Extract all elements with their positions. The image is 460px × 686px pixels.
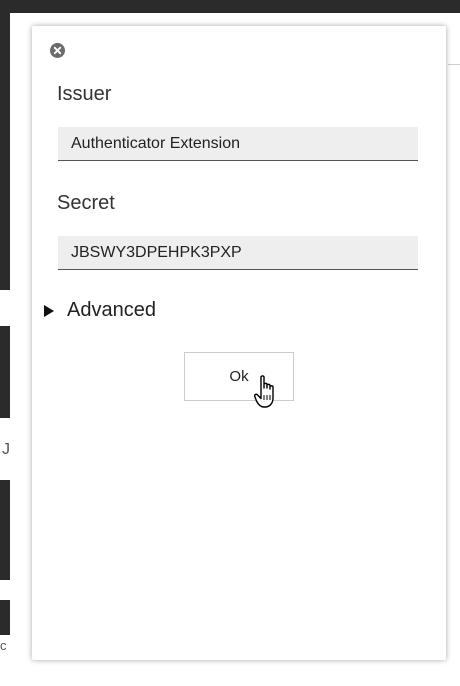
- background-footer: [0, 663, 460, 686]
- background-divider: [448, 64, 460, 65]
- background-panel: [0, 600, 10, 635]
- issuer-label: Issuer: [57, 83, 112, 105]
- ok-button[interactable]: Ok: [184, 352, 294, 401]
- disclosure-triangle-icon: [44, 304, 54, 317]
- advanced-label: Advanced: [67, 299, 156, 321]
- background-right-strip: [448, 13, 460, 686]
- background-panel: [0, 326, 10, 418]
- background-text-fragment: J: [2, 441, 10, 458]
- issuer-input[interactable]: [58, 127, 418, 161]
- background-panel: [0, 0, 10, 290]
- background-text-fragment: c: [0, 638, 7, 653]
- secret-label: Secret: [57, 192, 115, 214]
- background-header: [0, 0, 460, 13]
- add-account-dialog: Issuer Secret Advanced Ok: [32, 26, 446, 660]
- background-panel: [0, 480, 10, 580]
- close-icon[interactable]: [50, 43, 65, 58]
- advanced-toggle[interactable]: Advanced: [44, 299, 156, 322]
- secret-input[interactable]: [58, 236, 418, 270]
